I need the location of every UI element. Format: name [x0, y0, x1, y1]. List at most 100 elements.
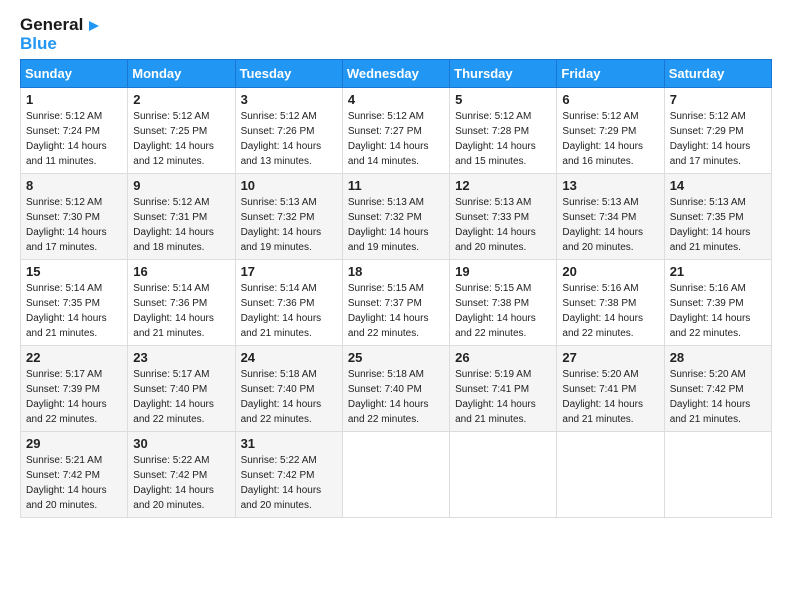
- calendar-cell: 29 Sunrise: 5:21 AM Sunset: 7:42 PM Dayl…: [21, 432, 128, 518]
- calendar-cell: 14 Sunrise: 5:13 AM Sunset: 7:35 PM Dayl…: [664, 174, 771, 260]
- weekday-header-tuesday: Tuesday: [235, 60, 342, 88]
- day-number: 20: [562, 264, 658, 279]
- day-number: 15: [26, 264, 122, 279]
- day-info: Sunrise: 5:14 AM Sunset: 7:35 PM Dayligh…: [26, 281, 122, 341]
- week-row-4: 22 Sunrise: 5:17 AM Sunset: 7:39 PM Dayl…: [21, 346, 772, 432]
- calendar-cell: 20 Sunrise: 5:16 AM Sunset: 7:38 PM Dayl…: [557, 260, 664, 346]
- calendar-cell: 22 Sunrise: 5:17 AM Sunset: 7:39 PM Dayl…: [21, 346, 128, 432]
- week-row-3: 15 Sunrise: 5:14 AM Sunset: 7:35 PM Dayl…: [21, 260, 772, 346]
- day-number: 14: [670, 178, 766, 193]
- calendar-cell: 1 Sunrise: 5:12 AM Sunset: 7:24 PM Dayli…: [21, 88, 128, 174]
- day-info: Sunrise: 5:14 AM Sunset: 7:36 PM Dayligh…: [133, 281, 229, 341]
- calendar-cell: 9 Sunrise: 5:12 AM Sunset: 7:31 PM Dayli…: [128, 174, 235, 260]
- calendar-cell: [342, 432, 449, 518]
- calendar-cell: [557, 432, 664, 518]
- day-number: 26: [455, 350, 551, 365]
- header: General Blue: [20, 16, 772, 53]
- calendar-cell: [450, 432, 557, 518]
- calendar-cell: 19 Sunrise: 5:15 AM Sunset: 7:38 PM Dayl…: [450, 260, 557, 346]
- day-number: 19: [455, 264, 551, 279]
- day-info: Sunrise: 5:12 AM Sunset: 7:29 PM Dayligh…: [670, 109, 766, 169]
- day-info: Sunrise: 5:13 AM Sunset: 7:32 PM Dayligh…: [241, 195, 337, 255]
- day-number: 9: [133, 178, 229, 193]
- day-number: 12: [455, 178, 551, 193]
- day-info: Sunrise: 5:13 AM Sunset: 7:34 PM Dayligh…: [562, 195, 658, 255]
- calendar-cell: 10 Sunrise: 5:13 AM Sunset: 7:32 PM Dayl…: [235, 174, 342, 260]
- day-info: Sunrise: 5:12 AM Sunset: 7:29 PM Dayligh…: [562, 109, 658, 169]
- day-number: 6: [562, 92, 658, 107]
- day-info: Sunrise: 5:15 AM Sunset: 7:37 PM Dayligh…: [348, 281, 444, 341]
- calendar-cell: 3 Sunrise: 5:12 AM Sunset: 7:26 PM Dayli…: [235, 88, 342, 174]
- day-number: 7: [670, 92, 766, 107]
- calendar-cell: 28 Sunrise: 5:20 AM Sunset: 7:42 PM Dayl…: [664, 346, 771, 432]
- calendar-cell: 13 Sunrise: 5:13 AM Sunset: 7:34 PM Dayl…: [557, 174, 664, 260]
- calendar-cell: 12 Sunrise: 5:13 AM Sunset: 7:33 PM Dayl…: [450, 174, 557, 260]
- day-info: Sunrise: 5:20 AM Sunset: 7:42 PM Dayligh…: [670, 367, 766, 427]
- weekday-header-wednesday: Wednesday: [342, 60, 449, 88]
- week-row-2: 8 Sunrise: 5:12 AM Sunset: 7:30 PM Dayli…: [21, 174, 772, 260]
- calendar-cell: 25 Sunrise: 5:18 AM Sunset: 7:40 PM Dayl…: [342, 346, 449, 432]
- weekday-header-row: SundayMondayTuesdayWednesdayThursdayFrid…: [21, 60, 772, 88]
- day-number: 27: [562, 350, 658, 365]
- day-number: 1: [26, 92, 122, 107]
- day-info: Sunrise: 5:12 AM Sunset: 7:28 PM Dayligh…: [455, 109, 551, 169]
- day-number: 30: [133, 436, 229, 451]
- calendar-cell: 31 Sunrise: 5:22 AM Sunset: 7:42 PM Dayl…: [235, 432, 342, 518]
- calendar-cell: 15 Sunrise: 5:14 AM Sunset: 7:35 PM Dayl…: [21, 260, 128, 346]
- day-number: 24: [241, 350, 337, 365]
- week-row-1: 1 Sunrise: 5:12 AM Sunset: 7:24 PM Dayli…: [21, 88, 772, 174]
- calendar-cell: 5 Sunrise: 5:12 AM Sunset: 7:28 PM Dayli…: [450, 88, 557, 174]
- day-info: Sunrise: 5:12 AM Sunset: 7:25 PM Dayligh…: [133, 109, 229, 169]
- day-number: 22: [26, 350, 122, 365]
- day-info: Sunrise: 5:13 AM Sunset: 7:33 PM Dayligh…: [455, 195, 551, 255]
- calendar-cell: 8 Sunrise: 5:12 AM Sunset: 7:30 PM Dayli…: [21, 174, 128, 260]
- day-number: 11: [348, 178, 444, 193]
- day-number: 17: [241, 264, 337, 279]
- day-info: Sunrise: 5:17 AM Sunset: 7:39 PM Dayligh…: [26, 367, 122, 427]
- calendar-cell: 27 Sunrise: 5:20 AM Sunset: 7:41 PM Dayl…: [557, 346, 664, 432]
- calendar-cell: 18 Sunrise: 5:15 AM Sunset: 7:37 PM Dayl…: [342, 260, 449, 346]
- day-info: Sunrise: 5:16 AM Sunset: 7:39 PM Dayligh…: [670, 281, 766, 341]
- weekday-header-monday: Monday: [128, 60, 235, 88]
- calendar-cell: 26 Sunrise: 5:19 AM Sunset: 7:41 PM Dayl…: [450, 346, 557, 432]
- day-number: 10: [241, 178, 337, 193]
- day-info: Sunrise: 5:22 AM Sunset: 7:42 PM Dayligh…: [133, 453, 229, 513]
- calendar-cell: 6 Sunrise: 5:12 AM Sunset: 7:29 PM Dayli…: [557, 88, 664, 174]
- weekday-header-sunday: Sunday: [21, 60, 128, 88]
- day-number: 31: [241, 436, 337, 451]
- calendar-table: SundayMondayTuesdayWednesdayThursdayFrid…: [20, 59, 772, 518]
- day-info: Sunrise: 5:19 AM Sunset: 7:41 PM Dayligh…: [455, 367, 551, 427]
- day-info: Sunrise: 5:17 AM Sunset: 7:40 PM Dayligh…: [133, 367, 229, 427]
- day-number: 3: [241, 92, 337, 107]
- calendar-cell: 30 Sunrise: 5:22 AM Sunset: 7:42 PM Dayl…: [128, 432, 235, 518]
- calendar-cell: 2 Sunrise: 5:12 AM Sunset: 7:25 PM Dayli…: [128, 88, 235, 174]
- calendar-cell: 23 Sunrise: 5:17 AM Sunset: 7:40 PM Dayl…: [128, 346, 235, 432]
- day-number: 21: [670, 264, 766, 279]
- calendar-cell: 17 Sunrise: 5:14 AM Sunset: 7:36 PM Dayl…: [235, 260, 342, 346]
- calendar-cell: 16 Sunrise: 5:14 AM Sunset: 7:36 PM Dayl…: [128, 260, 235, 346]
- calendar-cell: 24 Sunrise: 5:18 AM Sunset: 7:40 PM Dayl…: [235, 346, 342, 432]
- day-info: Sunrise: 5:18 AM Sunset: 7:40 PM Dayligh…: [348, 367, 444, 427]
- calendar-cell: 4 Sunrise: 5:12 AM Sunset: 7:27 PM Dayli…: [342, 88, 449, 174]
- day-number: 18: [348, 264, 444, 279]
- weekday-header-saturday: Saturday: [664, 60, 771, 88]
- day-number: 28: [670, 350, 766, 365]
- day-info: Sunrise: 5:12 AM Sunset: 7:26 PM Dayligh…: [241, 109, 337, 169]
- day-number: 5: [455, 92, 551, 107]
- logo: General Blue: [20, 16, 103, 53]
- calendar-cell: 11 Sunrise: 5:13 AM Sunset: 7:32 PM Dayl…: [342, 174, 449, 260]
- day-number: 4: [348, 92, 444, 107]
- day-info: Sunrise: 5:13 AM Sunset: 7:32 PM Dayligh…: [348, 195, 444, 255]
- calendar-cell: [664, 432, 771, 518]
- week-row-5: 29 Sunrise: 5:21 AM Sunset: 7:42 PM Dayl…: [21, 432, 772, 518]
- calendar-cell: 7 Sunrise: 5:12 AM Sunset: 7:29 PM Dayli…: [664, 88, 771, 174]
- day-info: Sunrise: 5:13 AM Sunset: 7:35 PM Dayligh…: [670, 195, 766, 255]
- day-info: Sunrise: 5:21 AM Sunset: 7:42 PM Dayligh…: [26, 453, 122, 513]
- day-number: 25: [348, 350, 444, 365]
- day-info: Sunrise: 5:16 AM Sunset: 7:38 PM Dayligh…: [562, 281, 658, 341]
- day-number: 16: [133, 264, 229, 279]
- day-info: Sunrise: 5:12 AM Sunset: 7:30 PM Dayligh…: [26, 195, 122, 255]
- day-info: Sunrise: 5:22 AM Sunset: 7:42 PM Dayligh…: [241, 453, 337, 513]
- day-info: Sunrise: 5:14 AM Sunset: 7:36 PM Dayligh…: [241, 281, 337, 341]
- day-info: Sunrise: 5:15 AM Sunset: 7:38 PM Dayligh…: [455, 281, 551, 341]
